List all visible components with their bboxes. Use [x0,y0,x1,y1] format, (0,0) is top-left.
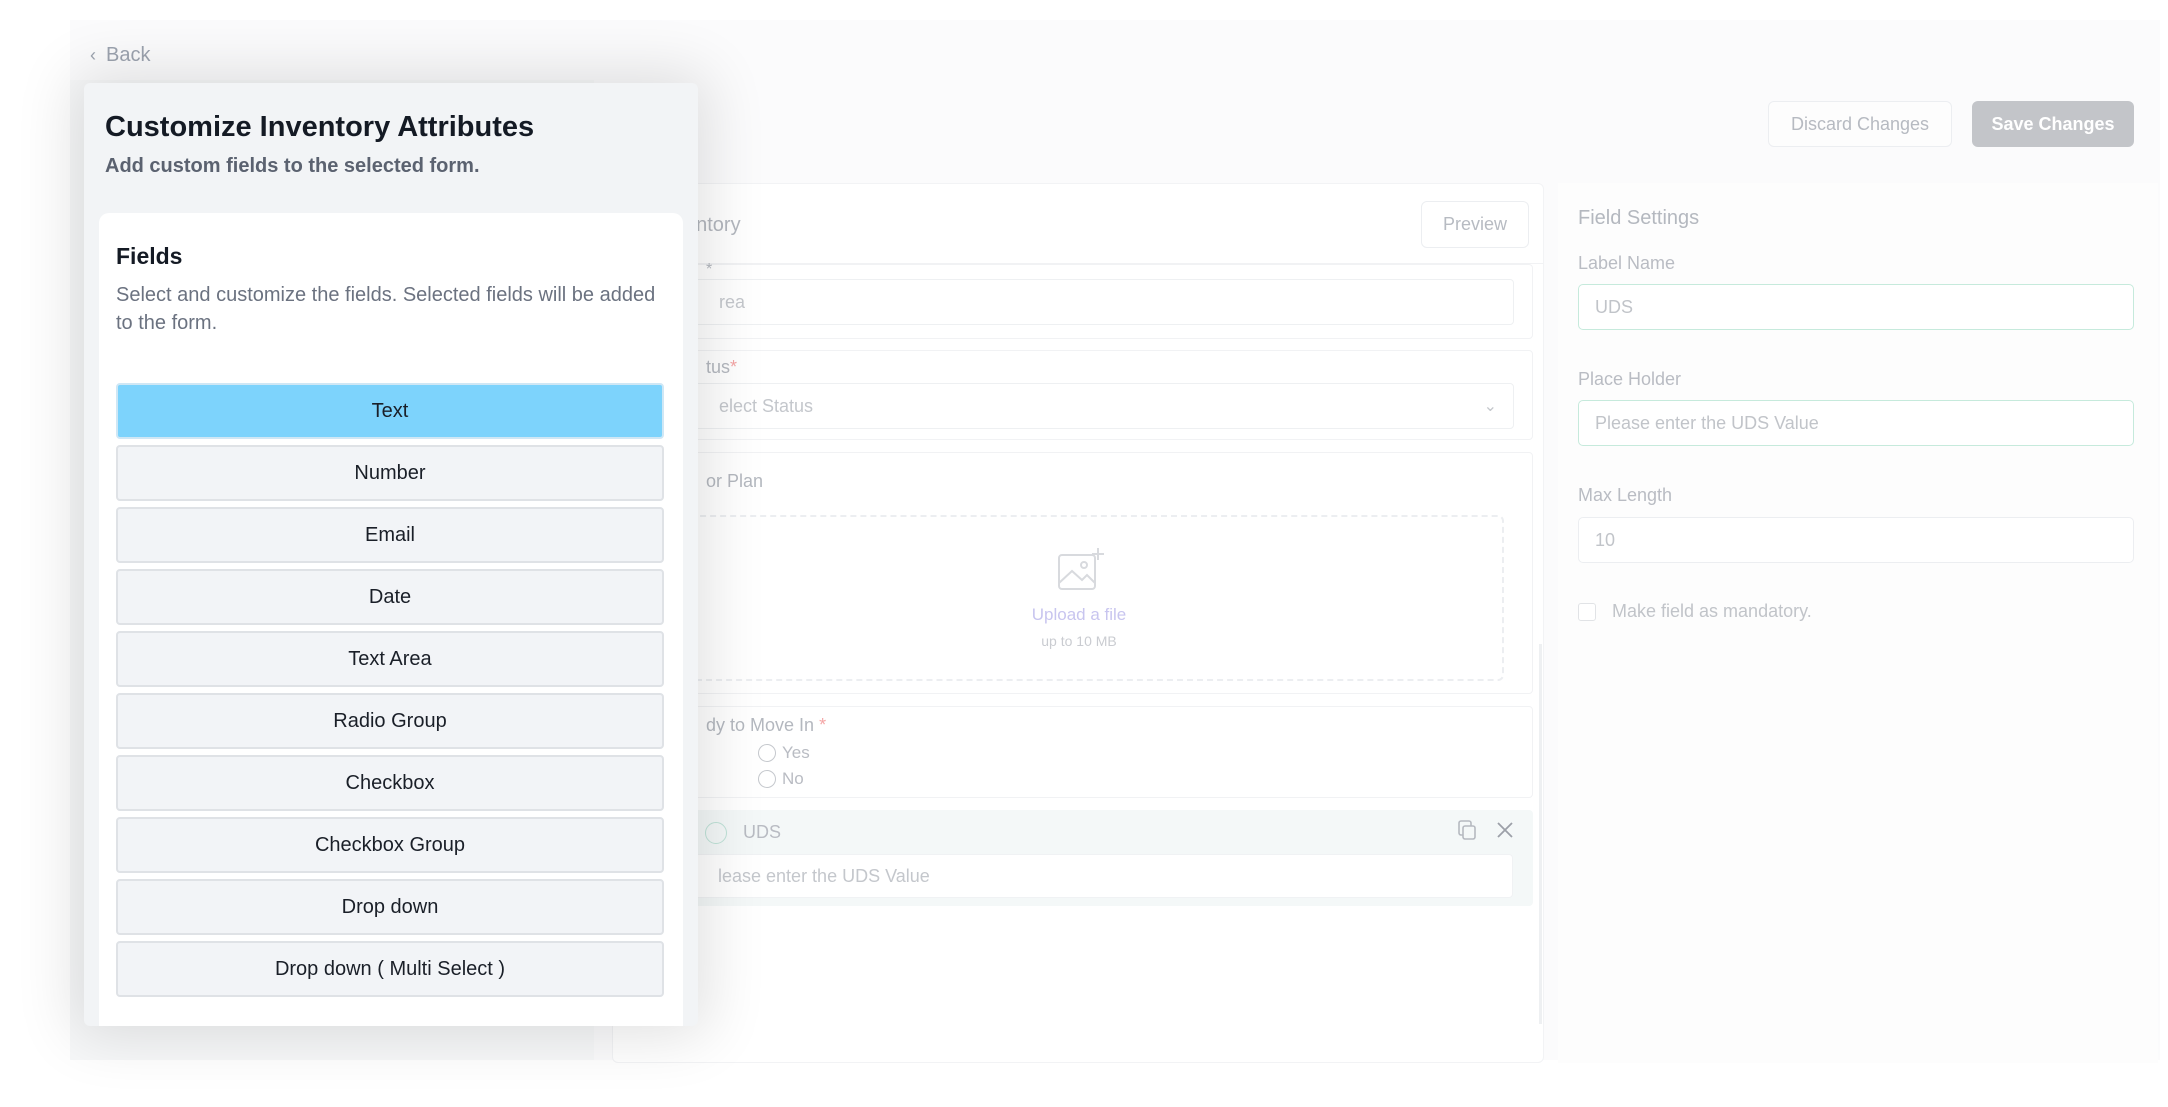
fields-heading: Fields [116,243,183,269]
upload-dropzone[interactable]: Upload a file up to 10 MB [654,515,1504,681]
uds-field-card[interactable]: UDS lease enter the UDS Value [633,810,1533,906]
fields-description: Select and customize the fields. Selecte… [116,284,656,334]
label-name-input[interactable]: UDS [1578,284,2134,330]
status-select-value: elect Status [719,395,814,416]
discard-changes-button[interactable]: Discard Changes [1768,101,1952,147]
mandatory-checkbox[interactable] [1578,602,1596,621]
field-type-radio-group-button[interactable]: Radio Group [116,693,664,749]
radio-option-label: Yes [782,743,810,762]
status-select[interactable]: elect Status ⌄ [654,383,1514,429]
required-asterisk: * [730,357,738,377]
uds-input[interactable]: lease enter the UDS Value [653,854,1513,898]
preview-button[interactable]: Preview [1421,201,1529,248]
fields-card: Fields Select and customize the fields. … [99,213,683,1026]
area-field-card[interactable]: * rea [633,261,1533,339]
floor-plan-field-card[interactable]: or Plan Upload a file up to 10 MB [633,452,1533,694]
upload-size-hint: up to 10 MB [1041,633,1117,649]
field-type-dropdown-button[interactable]: Drop down [116,879,664,935]
back-label: Back [106,44,151,66]
field-type-checkbox-button[interactable]: Checkbox [116,755,664,811]
area-field-label: * [706,261,713,278]
mandatory-label: Make field as mandatory. [1612,601,1812,621]
settings-title: Field Settings [1578,207,1700,229]
radio-option-yes[interactable]: Yes [758,743,810,763]
drawer-subtitle: Add custom fields to the selected form. [105,155,480,177]
radio-circle-icon [758,744,776,762]
field-type-number-button[interactable]: Number [116,445,664,501]
field-type-email-button[interactable]: Email [116,507,664,563]
form-scrollbar[interactable] [1539,644,1542,1024]
area-input[interactable]: rea [654,279,1514,325]
max-length-label: Max Length [1578,485,1673,505]
max-length-input[interactable]: 10 [1578,517,2134,563]
ready-to-move-field-card[interactable]: dy to Move In * Yes No [633,706,1533,798]
field-type-dropdown-multi-button[interactable]: Drop down ( Multi Select ) [116,941,664,997]
status-field-card[interactable]: tus* elect Status ⌄ [633,350,1533,440]
close-icon[interactable] [1493,818,1517,842]
radio-option-label: No [782,769,804,788]
image-upload-icon [1058,548,1104,590]
form-header: entory Preview [613,184,1543,264]
mandatory-checkbox-row[interactable]: Make field as mandatory. [1578,601,1812,622]
required-asterisk: * [819,715,827,735]
placeholder-input[interactable]: Please enter the UDS Value [1578,400,2134,446]
radio-option-no[interactable]: No [758,769,804,789]
drag-handle-icon[interactable] [705,822,727,844]
back-link[interactable]: ‹ Back [90,44,150,67]
save-changes-button[interactable]: Save Changes [1972,101,2134,147]
label-name-label: Label Name [1578,253,1676,273]
radio-circle-icon [758,770,776,788]
upload-file-link[interactable]: Upload a file [656,605,1502,625]
page: ‹ Back Discard Changes Save Changes ento… [0,0,2168,1107]
copy-icon[interactable] [1455,818,1479,842]
customize-attributes-drawer: Customize Inventory Attributes Add custo… [84,83,698,1026]
field-settings-panel: Field Settings Label Name UDS Place Hold… [1558,183,2158,1063]
form-builder-panel: entory Preview * rea tus* elect Status ⌄… [612,183,1544,1063]
status-field-label: tus* [706,357,738,377]
floor-plan-field-label: or Plan [706,471,764,491]
field-type-checkbox-group-button[interactable]: Checkbox Group [116,817,664,873]
chevron-left-icon: ‹ [90,45,96,65]
field-type-date-button[interactable]: Date [116,569,664,625]
field-type-list: Text Number Email Date Text Area Radio G… [116,383,664,1003]
placeholder-label: Place Holder [1578,369,1682,389]
field-type-text-button[interactable]: Text [116,383,664,439]
ready-to-move-label: dy to Move In * [706,715,827,735]
drawer-title: Customize Inventory Attributes [105,111,535,143]
chevron-down-icon: ⌄ [1483,398,1497,415]
field-type-text-area-button[interactable]: Text Area [116,631,664,687]
uds-field-label: UDS [743,822,782,842]
